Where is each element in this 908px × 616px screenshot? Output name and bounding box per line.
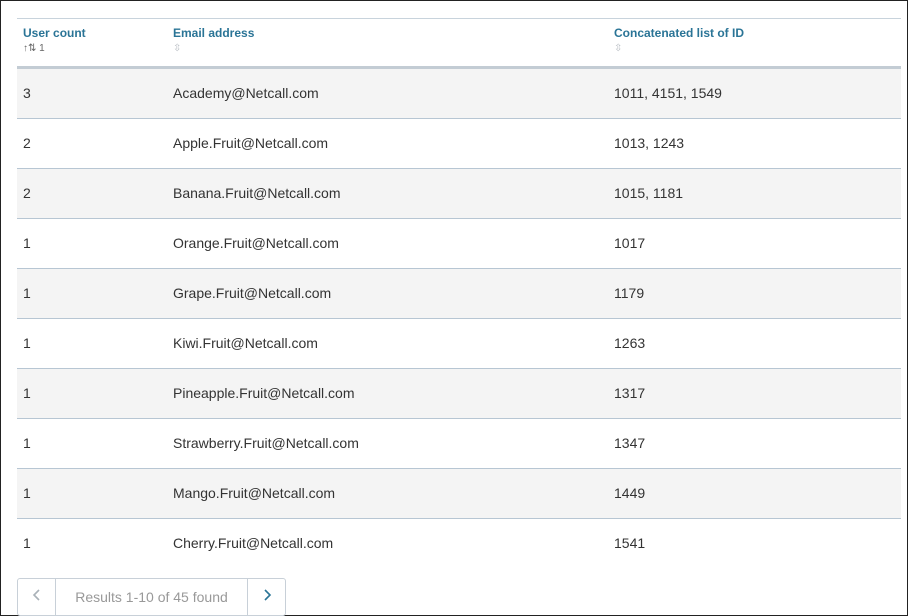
user-count-cell: 1	[23, 535, 31, 551]
table-row[interactable]: 2 Apple.Fruit@Netcall.com 1013, 1243	[17, 119, 901, 169]
column-label: User count	[23, 26, 86, 40]
email-cell: Mango.Fruit@Netcall.com	[173, 485, 336, 501]
id-list-cell: 1263	[614, 335, 646, 351]
email-cell: Strawberry.Fruit@Netcall.com	[173, 435, 359, 451]
email-cell: Cherry.Fruit@Netcall.com	[173, 535, 334, 551]
id-list-cell: 1541	[614, 535, 646, 551]
table-row[interactable]: 1 Pineapple.Fruit@Netcall.com 1317	[17, 369, 901, 419]
results-panel: User count ↑⇅ 1 Email address ⇳ Concaten…	[0, 0, 908, 616]
user-count-cell: 2	[23, 135, 31, 151]
id-list-cell: 1179	[614, 285, 645, 301]
email-cell: Academy@Netcall.com	[173, 85, 319, 101]
column-header-user-count[interactable]: User count ↑⇅ 1	[23, 26, 86, 54]
table-row[interactable]: 1 Cherry.Fruit@Netcall.com 1541	[17, 519, 901, 568]
id-list-cell: 1017	[614, 235, 646, 251]
user-count-cell: 1	[23, 285, 31, 301]
email-cell: Apple.Fruit@Netcall.com	[173, 135, 329, 151]
sort-indicator-icon: ↑⇅ 1	[23, 43, 45, 54]
chevron-right-icon	[262, 588, 272, 607]
pagination: Results 1-10 of 45 found	[17, 578, 286, 616]
column-label: Concatenated list of ID	[614, 26, 745, 40]
user-count-cell: 1	[23, 485, 31, 501]
email-cell: Orange.Fruit@Netcall.com	[173, 235, 339, 251]
user-count-cell: 1	[23, 235, 31, 251]
table-row[interactable]: 2 Banana.Fruit@Netcall.com 1015, 1181	[17, 169, 901, 219]
sort-icon: ⇳	[173, 43, 182, 54]
results-status: Results 1-10 of 45 found	[75, 589, 228, 605]
column-label: Email address	[173, 26, 255, 40]
table-row[interactable]: 1 Mango.Fruit@Netcall.com 1449	[17, 469, 901, 519]
table-row[interactable]: 1 Kiwi.Fruit@Netcall.com 1263	[17, 319, 901, 369]
id-list-cell: 1015, 1181	[614, 185, 684, 201]
table-body: 3 Academy@Netcall.com 1011, 4151, 1549 2…	[17, 69, 901, 568]
id-list-cell: 1317	[614, 385, 646, 401]
next-page-button[interactable]	[247, 579, 285, 615]
table-row[interactable]: 1 Grape.Fruit@Netcall.com 1179	[17, 269, 901, 319]
table-row[interactable]: 1 Strawberry.Fruit@Netcall.com 1347	[17, 419, 901, 469]
id-list-cell: 1013, 1243	[614, 135, 685, 151]
email-cell: Banana.Fruit@Netcall.com	[173, 185, 341, 201]
user-count-cell: 3	[23, 85, 31, 101]
user-count-cell: 1	[23, 435, 31, 451]
chevron-left-icon	[32, 588, 42, 607]
user-count-cell: 1	[23, 385, 31, 401]
id-list-cell: 1347	[614, 435, 646, 451]
sort-icon: ⇳	[614, 43, 623, 54]
column-header-concatenated-ids[interactable]: Concatenated list of ID ⇳	[614, 26, 744, 54]
column-header-email[interactable]: Email address ⇳	[173, 26, 254, 54]
user-count-cell: 1	[23, 335, 31, 351]
email-cell: Kiwi.Fruit@Netcall.com	[173, 335, 318, 351]
email-cell: Pineapple.Fruit@Netcall.com	[173, 385, 355, 401]
id-list-cell: 1449	[614, 485, 646, 501]
table-header: User count ↑⇅ 1 Email address ⇳ Concaten…	[17, 18, 901, 69]
id-list-cell: 1011, 4151, 1549	[614, 85, 722, 101]
table-row[interactable]: 3 Academy@Netcall.com 1011, 4151, 1549	[17, 69, 901, 119]
results-table: User count ↑⇅ 1 Email address ⇳ Concaten…	[17, 18, 901, 568]
table-row[interactable]: 1 Orange.Fruit@Netcall.com 1017	[17, 219, 901, 269]
email-cell: Grape.Fruit@Netcall.com	[173, 285, 332, 301]
previous-page-button[interactable]	[18, 579, 56, 615]
user-count-cell: 2	[23, 185, 31, 201]
